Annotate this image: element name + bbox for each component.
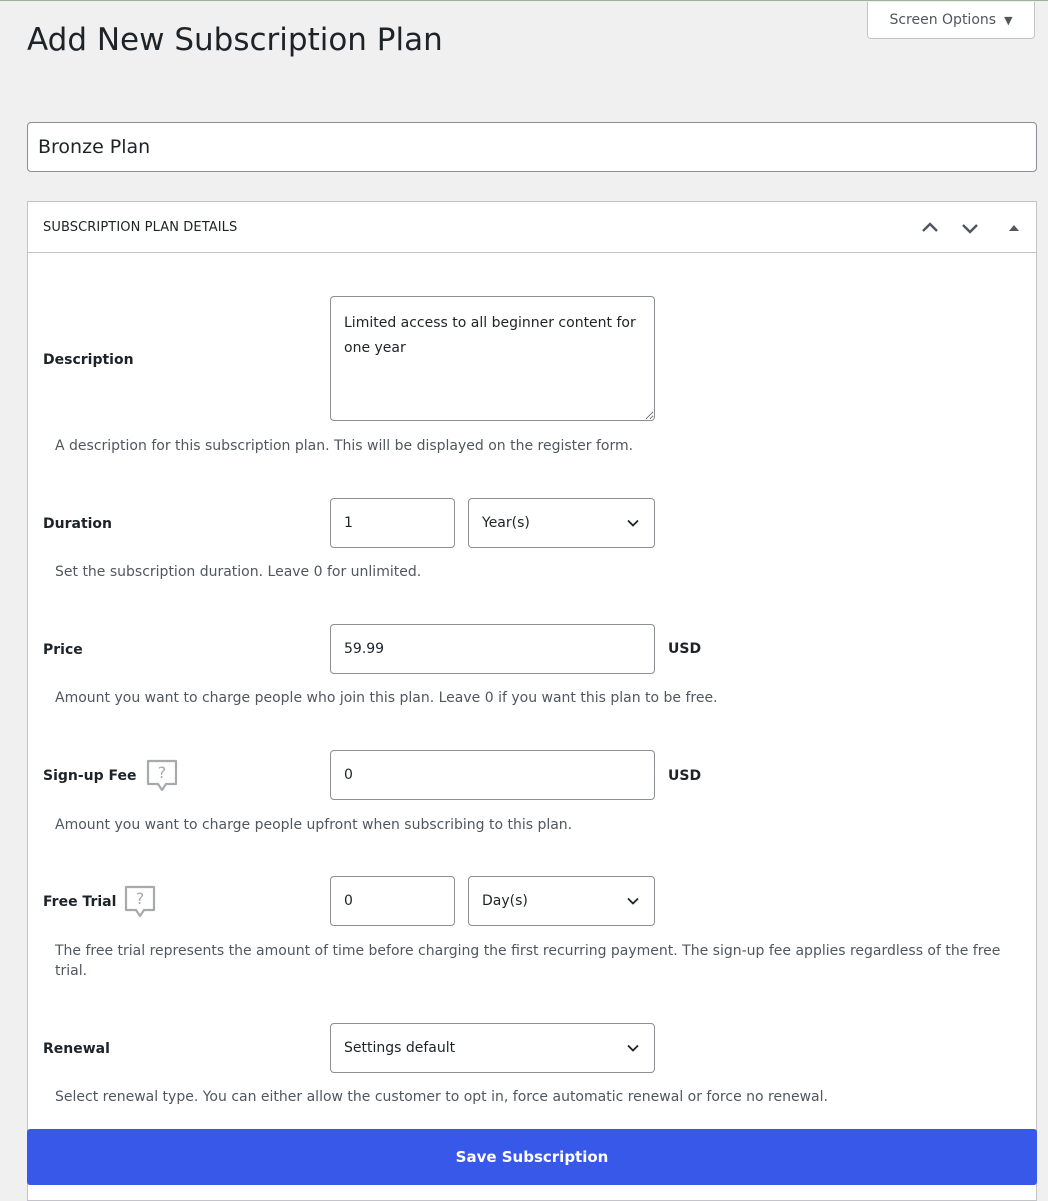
description-label: Description bbox=[43, 352, 134, 368]
signup-fee-label: Sign-up Fee bbox=[43, 768, 137, 784]
duration-unit-select[interactable]: Year(s) bbox=[468, 498, 655, 548]
signup-fee-currency: USD bbox=[668, 768, 702, 784]
price-label: Price bbox=[43, 642, 83, 658]
toggle-panel-button[interactable] bbox=[1002, 216, 1026, 240]
plan-name-input[interactable] bbox=[27, 122, 1037, 172]
svg-text:?: ? bbox=[136, 889, 145, 908]
chevron-down-icon bbox=[962, 224, 978, 234]
free-trial-help: The free trial represents the amount of … bbox=[55, 943, 1001, 979]
chevron-up-icon bbox=[922, 222, 938, 232]
help-icon[interactable]: ? bbox=[145, 758, 179, 792]
move-down-button[interactable] bbox=[958, 216, 982, 240]
free-trial-unit-value: Day(s) bbox=[482, 893, 528, 909]
price-currency: USD bbox=[668, 641, 702, 657]
move-up-button[interactable] bbox=[918, 216, 942, 240]
renewal-label: Renewal bbox=[43, 1041, 110, 1057]
renewal-value: Settings default bbox=[344, 1040, 456, 1056]
top-border bbox=[0, 0, 1048, 1]
help-icon[interactable]: ? bbox=[123, 884, 157, 918]
chevron-down-icon bbox=[627, 519, 639, 527]
panel-title: SUBSCRIPTION PLAN DETAILS bbox=[43, 220, 238, 235]
panel-header: SUBSCRIPTION PLAN DETAILS bbox=[28, 202, 1036, 253]
free-trial-input[interactable] bbox=[330, 876, 455, 926]
duration-label: Duration bbox=[43, 516, 113, 532]
signup-fee-input[interactable] bbox=[330, 750, 655, 800]
save-subscription-button[interactable]: Save Subscription bbox=[27, 1129, 1037, 1185]
free-trial-unit-select[interactable]: Day(s) bbox=[468, 876, 655, 926]
signup-fee-help: Amount you want to charge people upfront… bbox=[55, 817, 573, 833]
triangle-up-icon bbox=[1009, 225, 1019, 231]
chevron-down-icon bbox=[627, 1044, 639, 1052]
renewal-help: Select renewal type. You can either allo… bbox=[55, 1089, 828, 1105]
screen-options-button[interactable]: Screen Options ▼ bbox=[867, 2, 1035, 39]
renewal-select[interactable]: Settings default bbox=[330, 1023, 655, 1073]
duration-unit-value: Year(s) bbox=[482, 515, 530, 531]
duration-input[interactable] bbox=[330, 498, 455, 548]
description-help: A description for this subscription plan… bbox=[55, 438, 634, 454]
screen-options-label: Screen Options bbox=[889, 12, 997, 28]
price-input[interactable] bbox=[330, 624, 655, 674]
free-trial-label: Free Trial bbox=[43, 894, 117, 910]
svg-text:?: ? bbox=[158, 763, 167, 782]
chevron-down-icon bbox=[627, 897, 639, 905]
price-help: Amount you want to charge people who joi… bbox=[55, 690, 718, 706]
triangle-down-icon: ▼ bbox=[1004, 13, 1013, 27]
description-textarea[interactable]: Limited access to all beginner content f… bbox=[330, 296, 655, 421]
page-title: Add New Subscription Plan bbox=[27, 22, 443, 58]
duration-help: Set the subscription duration. Leave 0 f… bbox=[55, 564, 422, 580]
subscription-plan-details-panel: SUBSCRIPTION PLAN DETAILS Description Li… bbox=[27, 201, 1037, 1201]
